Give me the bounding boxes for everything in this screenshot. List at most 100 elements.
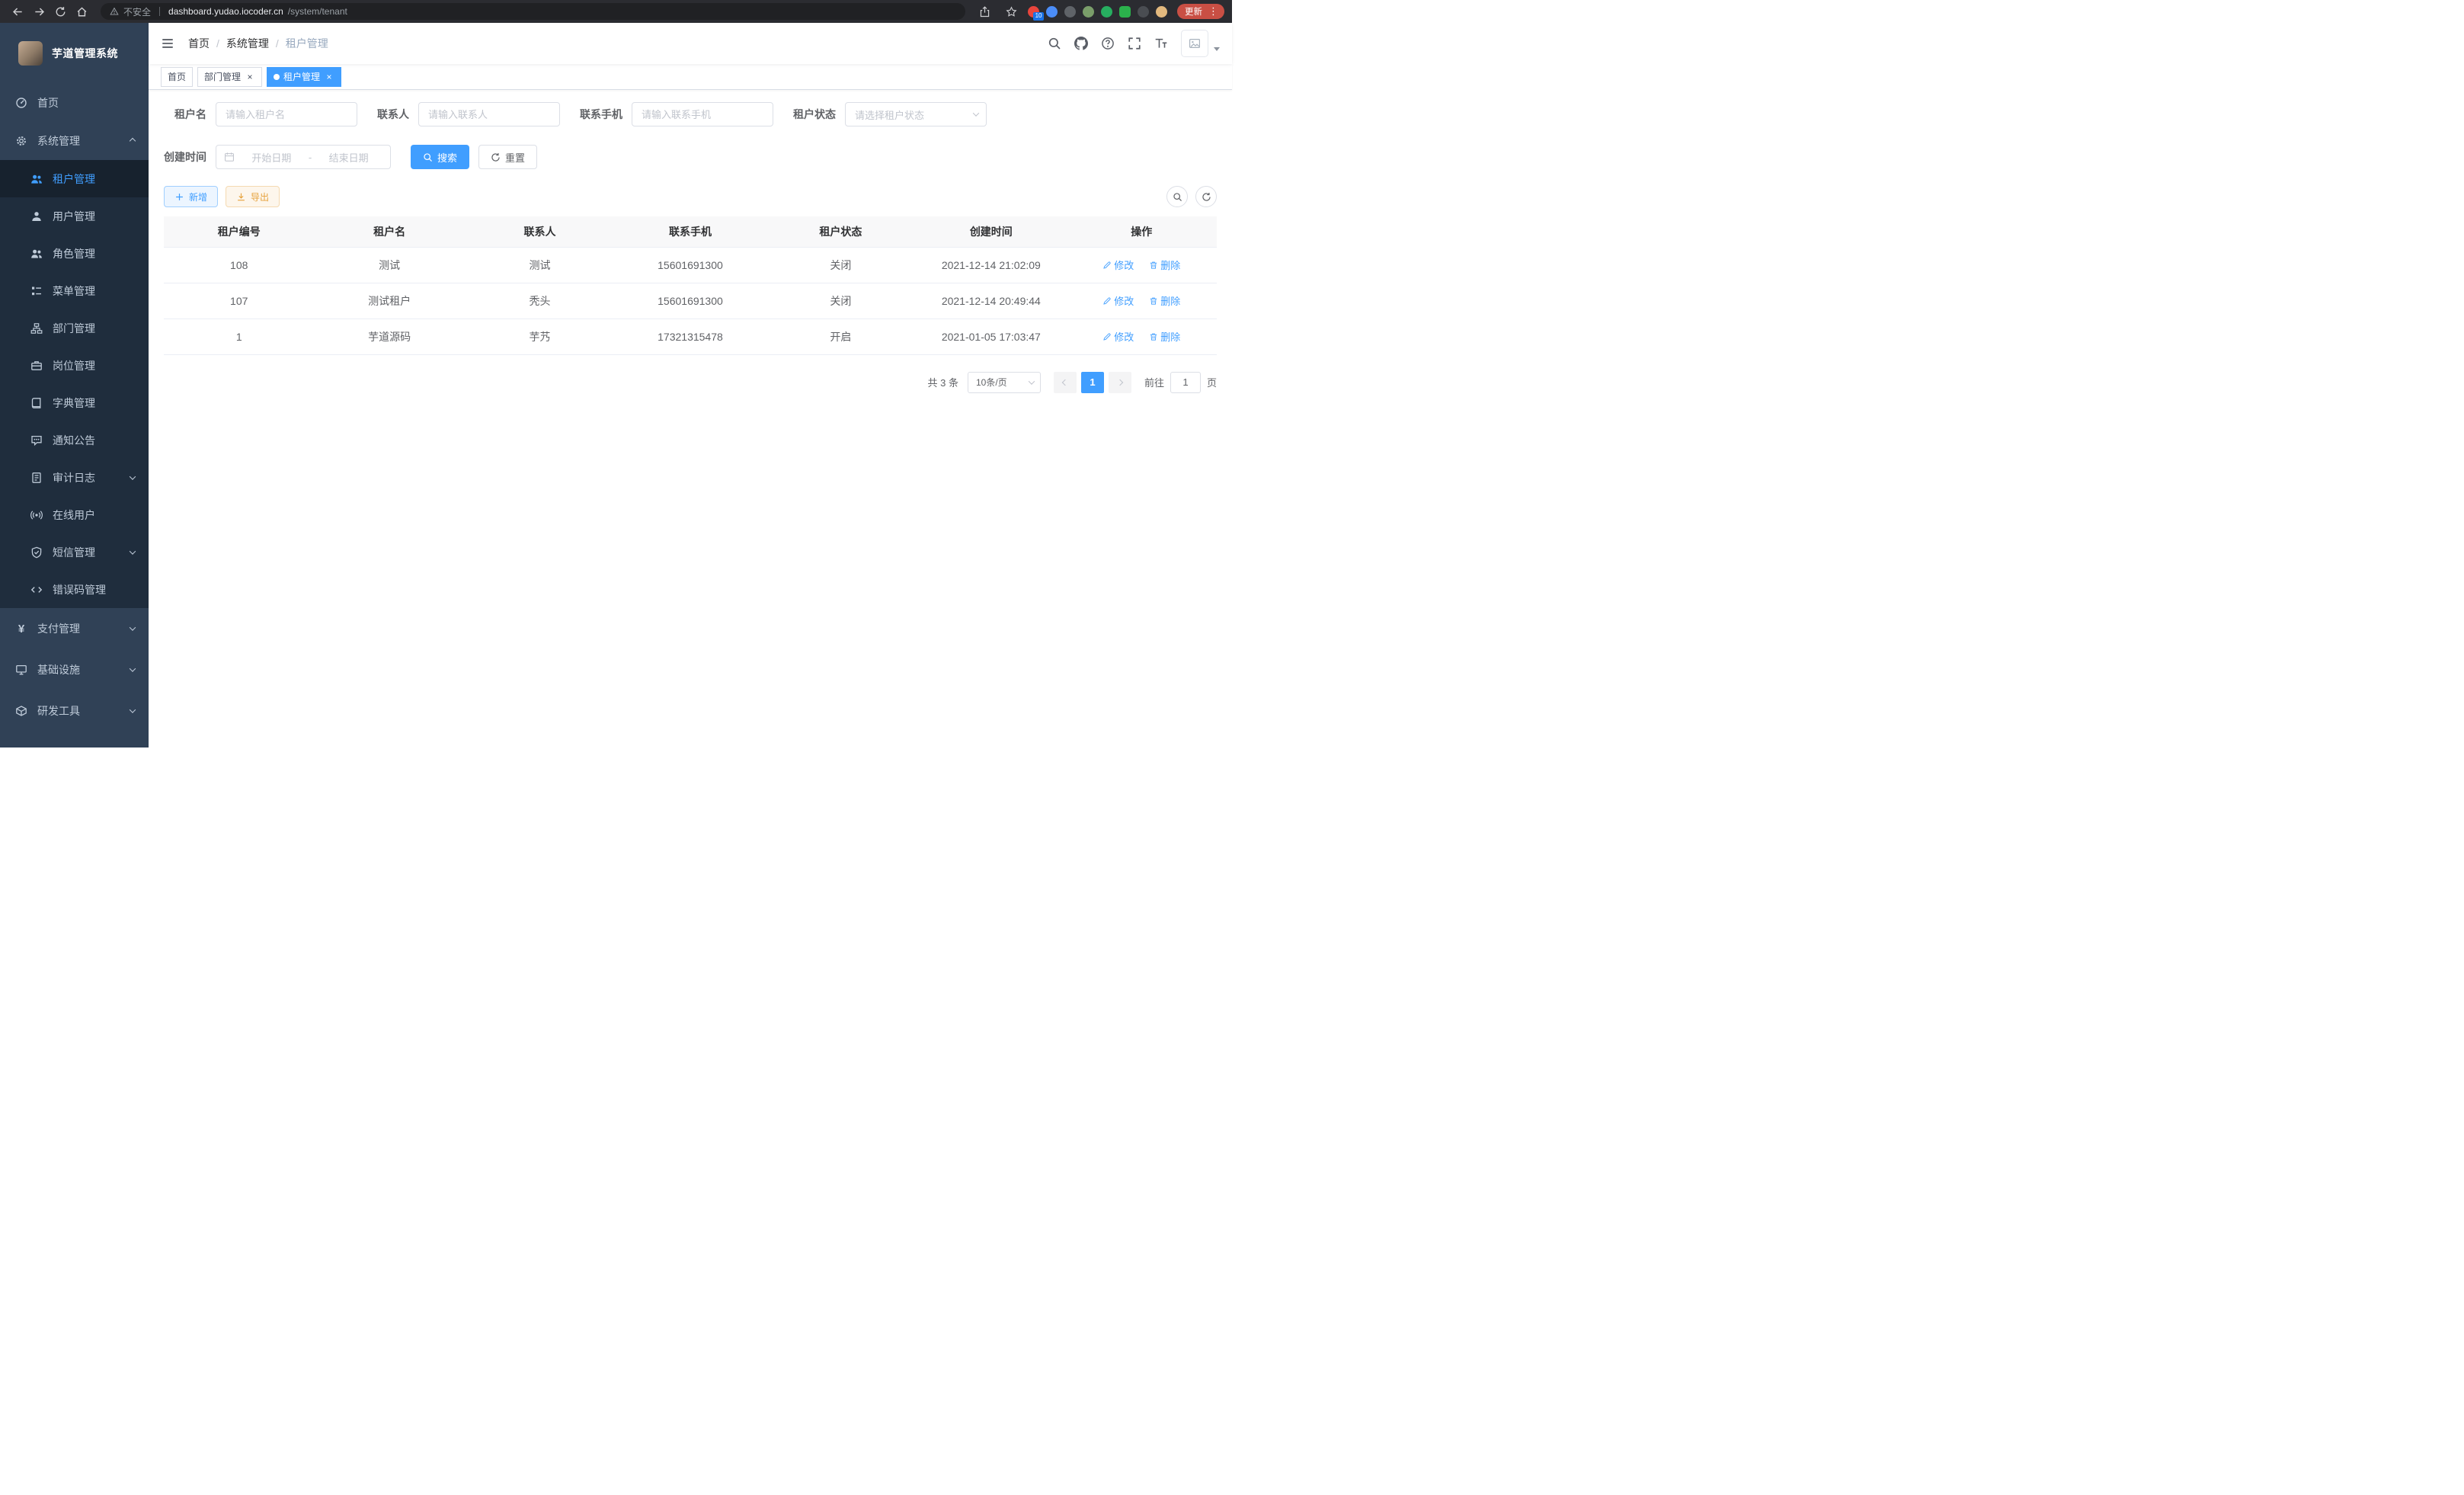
col-tenant-id: 租户编号 (164, 216, 314, 247)
edit-icon (1102, 332, 1112, 341)
export-button[interactable]: 导出 (226, 186, 280, 207)
phone-label: 联系手机 (580, 107, 622, 122)
status-text: 关闭 (766, 283, 916, 319)
table-row: 107 测试租户 秃头 15601691300 关闭 2021-12-14 20… (164, 283, 1217, 319)
sidebar-item-tenant[interactable]: 租户管理 (0, 160, 149, 197)
tab-tenant[interactable]: 租户管理 (267, 67, 341, 87)
github-icon[interactable] (1074, 37, 1088, 50)
browser-home-button[interactable] (72, 2, 91, 21)
sidebar-item-home[interactable]: 首页 (0, 84, 149, 122)
toggle-search-button[interactable] (1166, 186, 1188, 207)
sidebar-item-dict[interactable]: 字典管理 (0, 384, 149, 421)
profile-avatar-icon[interactable] (1156, 6, 1167, 18)
sidebar-item-audit-log[interactable]: 审计日志 (0, 459, 149, 496)
tenant-name-input[interactable] (216, 102, 357, 126)
sidebar-item-notice[interactable]: 通知公告 (0, 421, 149, 459)
create-time-range-picker[interactable]: 开始日期 - 结束日期 (216, 145, 391, 169)
browser-actions: 10 更新 (974, 2, 1224, 21)
phone-input[interactable] (632, 102, 773, 126)
sidebar-item-system[interactable]: 系统管理 (0, 122, 149, 160)
extension-icon-3[interactable] (1064, 6, 1076, 18)
sidebar-item-dept[interactable]: 部门管理 (0, 309, 149, 347)
chevron-down-icon (973, 110, 979, 116)
toolbox-icon (15, 705, 27, 717)
contact-input[interactable] (418, 102, 560, 126)
add-button[interactable]: 新增 (164, 186, 218, 207)
reset-button[interactable]: 重置 (478, 145, 537, 169)
extension-icon-7[interactable] (1138, 6, 1149, 18)
search-button[interactable]: 搜索 (411, 145, 469, 169)
edit-link[interactable]: 修改 (1102, 329, 1134, 344)
url-path: /system/tenant (288, 6, 956, 17)
close-icon[interactable] (245, 72, 255, 82)
share-icon[interactable] (974, 2, 994, 21)
chevron-down-icon (130, 706, 136, 712)
page-number-1[interactable]: 1 (1081, 372, 1104, 393)
code-icon (30, 584, 43, 596)
close-icon[interactable] (324, 72, 334, 82)
browser-update-button[interactable]: 更新 (1177, 4, 1224, 19)
table-row: 1 芋道源码 芋艿 17321315478 开启 2021-01-05 17:0… (164, 319, 1217, 354)
right-toolbar (1166, 186, 1217, 207)
trash-icon (1149, 261, 1158, 270)
sidebar-item-post[interactable]: 岗位管理 (0, 347, 149, 384)
col-created: 创建时间 (916, 216, 1066, 247)
col-contact: 联系人 (465, 216, 615, 247)
sidebar-item-infrastructure[interactable]: 基础设施 (0, 649, 149, 690)
page-size-select[interactable]: 10条/页 (968, 372, 1041, 393)
search-icon (423, 152, 433, 162)
breadcrumb: 首页 / 系统管理 / 租户管理 (188, 36, 328, 51)
tab-dept[interactable]: 部门管理 (197, 67, 262, 87)
browser-chrome: 不安全 dashboard.yudao.iocoder.cn/system/te… (0, 0, 1232, 23)
sidebar-collapse-button[interactable] (161, 37, 174, 50)
edit-icon (1102, 296, 1112, 306)
extension-icon-2[interactable] (1046, 6, 1058, 18)
sidebar-item-error-code[interactable]: 错误码管理 (0, 571, 149, 608)
navbar-actions (1048, 30, 1220, 57)
user-avatar[interactable] (1181, 30, 1208, 57)
sidebar-item-online-user[interactable]: 在线用户 (0, 496, 149, 533)
browser-back-button[interactable] (8, 2, 27, 21)
create-time-label: 创建时间 (164, 149, 206, 165)
delete-link[interactable]: 删除 (1149, 258, 1180, 272)
bookmark-star-icon[interactable] (1001, 2, 1021, 21)
sidebar-item-role[interactable]: 角色管理 (0, 235, 149, 272)
help-icon[interactable] (1101, 37, 1115, 50)
edit-link[interactable]: 修改 (1102, 293, 1134, 308)
document-icon (30, 472, 43, 484)
fullscreen-icon[interactable] (1128, 37, 1141, 50)
sidebar-item-menu[interactable]: 菜单管理 (0, 272, 149, 309)
edit-link[interactable]: 修改 (1102, 258, 1134, 272)
goto-page-input[interactable] (1170, 372, 1201, 393)
sidebar-item-devtools[interactable]: 研发工具 (0, 690, 149, 731)
avatar-dropdown-caret[interactable] (1214, 47, 1220, 51)
browser-reload-button[interactable] (50, 2, 70, 21)
monitor-icon (15, 664, 27, 676)
col-actions: 操作 (1067, 216, 1217, 247)
app-logo[interactable]: 芋道管理系统 (0, 23, 149, 84)
delete-link[interactable]: 删除 (1149, 293, 1180, 308)
sidebar-item-sms[interactable]: 短信管理 (0, 533, 149, 571)
breadcrumb-home[interactable]: 首页 (188, 36, 210, 51)
tenant-status-select[interactable]: 请选择租户状态 (845, 102, 987, 126)
sidebar-item-payment[interactable]: 支付管理 (0, 608, 149, 649)
next-page-button[interactable] (1109, 372, 1131, 393)
search-icon[interactable] (1048, 37, 1061, 50)
extension-icon-6[interactable] (1119, 6, 1131, 18)
extension-icon-4[interactable] (1083, 6, 1094, 18)
goto-label: 前往 (1144, 375, 1164, 389)
refresh-table-button[interactable] (1195, 186, 1217, 207)
font-size-icon[interactable] (1154, 37, 1168, 50)
address-bar[interactable]: 不安全 dashboard.yudao.iocoder.cn/system/te… (101, 3, 965, 20)
tab-home[interactable]: 首页 (161, 67, 193, 87)
breadcrumb-separator: / (216, 37, 219, 50)
download-icon (236, 192, 246, 202)
delete-link[interactable]: 删除 (1149, 329, 1180, 344)
extension-icon-5[interactable] (1101, 6, 1112, 18)
browser-menu-icon[interactable] (1205, 5, 1221, 18)
extension-icon-1[interactable]: 10 (1028, 6, 1039, 18)
browser-forward-button[interactable] (29, 2, 49, 21)
prev-page-button[interactable] (1054, 372, 1077, 393)
breadcrumb-system[interactable]: 系统管理 (226, 36, 269, 51)
sidebar-item-user[interactable]: 用户管理 (0, 197, 149, 235)
